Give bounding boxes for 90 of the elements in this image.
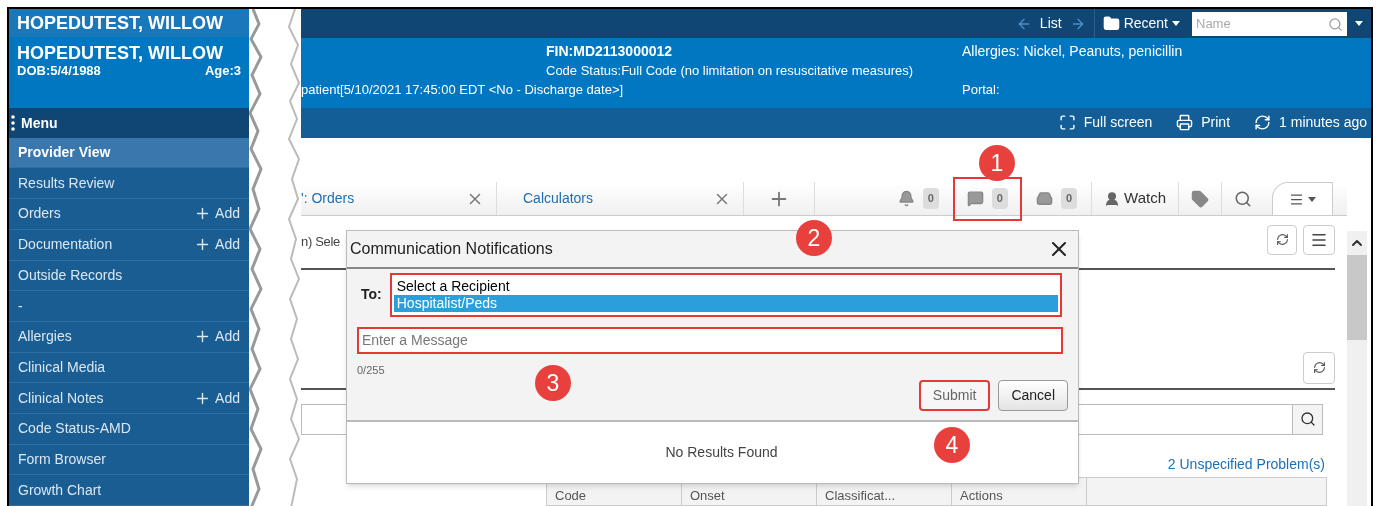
portal-text: Portal: xyxy=(962,81,1001,99)
watch-button[interactable]: Watch xyxy=(1091,182,1178,215)
menu-dots-icon xyxy=(11,115,15,131)
no-results-text: No Results Found xyxy=(665,442,778,462)
sidebar-item[interactable]: - xyxy=(9,291,249,322)
printer-icon xyxy=(1176,114,1194,132)
fullscreen-icon xyxy=(1058,114,1076,132)
sidebar-label: Code Status-AMD xyxy=(18,419,131,439)
sidebar-label: Outside Records xyxy=(18,265,123,285)
encounter-text: patient[5/10/2021 17:45:00 EDT <No - Discharge date>] xyxy=(301,81,625,99)
caret-icon xyxy=(1172,21,1180,26)
recipient-list[interactable]: Select a Recipient Hospitalist/Peds xyxy=(389,272,1062,317)
list-link[interactable]: List xyxy=(1039,13,1062,34)
tab-label: ': Orders xyxy=(301,189,355,208)
partial-text: n) Sele xyxy=(301,232,340,251)
sidebar-label: Allergies xyxy=(18,327,72,347)
menu-tab[interactable] xyxy=(1272,182,1333,215)
sidebar-label: Results Review xyxy=(18,173,115,193)
sidebar-label: Growth Chart xyxy=(18,480,102,500)
recipient-option[interactable]: Hospitalist/Peds xyxy=(393,294,1058,312)
folder-icon xyxy=(1102,15,1120,32)
sidebar-item[interactable]: Orders Add xyxy=(9,199,249,230)
add-link[interactable]: Add xyxy=(194,203,240,225)
tab[interactable]: ': Orders xyxy=(301,182,497,215)
search-button[interactable] xyxy=(1292,404,1322,434)
sidebar-item[interactable]: Clinical Notes Add xyxy=(9,383,249,414)
sidebar-label: Clinical Notes xyxy=(18,388,104,408)
refresh-icon xyxy=(1254,114,1272,132)
notification-button[interactable]: 0 xyxy=(883,176,953,221)
refresh-button[interactable] xyxy=(1303,351,1335,384)
sidebar-item[interactable]: Code Status-AMD xyxy=(9,413,249,445)
search-icon xyxy=(1299,411,1316,427)
sidebar-item[interactable]: Results Review xyxy=(9,168,249,200)
banner-name: HOPEDUTEST, WILLOW xyxy=(17,43,224,64)
caret-icon xyxy=(1355,21,1363,26)
sidebar-item[interactable]: Growth Chart xyxy=(9,475,249,506)
refresh-button[interactable]: 1 minutes ago xyxy=(1254,112,1367,134)
sidebar-label: Provider View xyxy=(18,143,111,163)
name-search-field[interactable]: Name xyxy=(1192,11,1347,36)
tag-icon xyxy=(1191,189,1209,208)
sidebar-item[interactable]: Allergies Add xyxy=(9,321,249,353)
sidebar-item[interactable]: Documentation Add xyxy=(9,229,249,261)
sidebar-item[interactable]: Clinical Media xyxy=(9,352,249,384)
dob-text: DOB:5/4/1988 xyxy=(17,63,101,79)
sidebar-item[interactable]: Form Browser xyxy=(9,444,249,476)
menu-button[interactable] xyxy=(1303,224,1335,255)
patient-name: HOPEDUTEST, WILLOW xyxy=(17,11,223,35)
allergies-text: Allergies: Nickel, Peanuts, penicillin xyxy=(962,42,1184,61)
refresh-button[interactable] xyxy=(1267,224,1297,255)
sidebar-label: Clinical Media xyxy=(18,357,106,377)
count-badge: 0 xyxy=(991,188,1008,209)
code-status-text: Code Status:Full Code (no limitation on resuscitative measures) xyxy=(546,62,915,80)
add-link[interactable]: Add xyxy=(194,234,240,256)
cancel-button[interactable]: Cancel xyxy=(998,380,1068,411)
count-badge: 0 xyxy=(922,188,939,209)
refresh-icon xyxy=(1275,233,1289,246)
tab-label: Calculators xyxy=(523,189,594,208)
add-link[interactable]: Add xyxy=(194,387,240,409)
print-button[interactable]: Print xyxy=(1176,112,1231,134)
character-counter: 0/255 xyxy=(357,362,386,378)
count-badge: 0 xyxy=(1060,188,1078,209)
fullscreen-button[interactable]: Full screen xyxy=(1058,112,1153,134)
sidebar-label: Documentation xyxy=(18,235,113,255)
tab[interactable]: Calculators xyxy=(497,182,744,215)
add-link[interactable]: Add xyxy=(194,326,240,348)
dialog-title: Communication Notifications xyxy=(350,238,553,259)
search-icon xyxy=(1328,16,1343,32)
sidebar-label: Form Browser xyxy=(18,449,106,469)
menu-label: Menu xyxy=(21,113,58,133)
menu-icon xyxy=(1289,191,1304,207)
message-field[interactable]: Enter a Message xyxy=(357,326,1063,354)
notification-button[interactable]: 0 xyxy=(1021,176,1092,221)
problems-link[interactable]: 2 Unspecified Problem(s) xyxy=(1167,453,1325,475)
inbox-icon xyxy=(1035,190,1053,207)
search-icon xyxy=(1234,189,1252,208)
fin-text: FIN:MD2113000012 xyxy=(546,42,674,61)
to-label: To: xyxy=(361,285,382,304)
recipient-option[interactable]: Select a Recipient xyxy=(393,277,1058,295)
scrollbar-thumb[interactable] xyxy=(1347,254,1367,340)
caret-icon xyxy=(1308,196,1316,202)
sidebar-item[interactable]: Provider View xyxy=(9,137,249,169)
refresh-icon xyxy=(1312,361,1326,374)
message-icon xyxy=(966,190,984,207)
sidebar-label: Orders xyxy=(18,204,61,224)
age-text: Age:3 xyxy=(204,63,241,79)
person-icon xyxy=(1104,190,1121,207)
sidebar-label: - xyxy=(18,296,23,316)
sidebar-item[interactable]: Outside Records xyxy=(9,260,249,292)
bell-icon xyxy=(897,190,915,207)
submit-button[interactable]: Submit xyxy=(918,380,991,411)
